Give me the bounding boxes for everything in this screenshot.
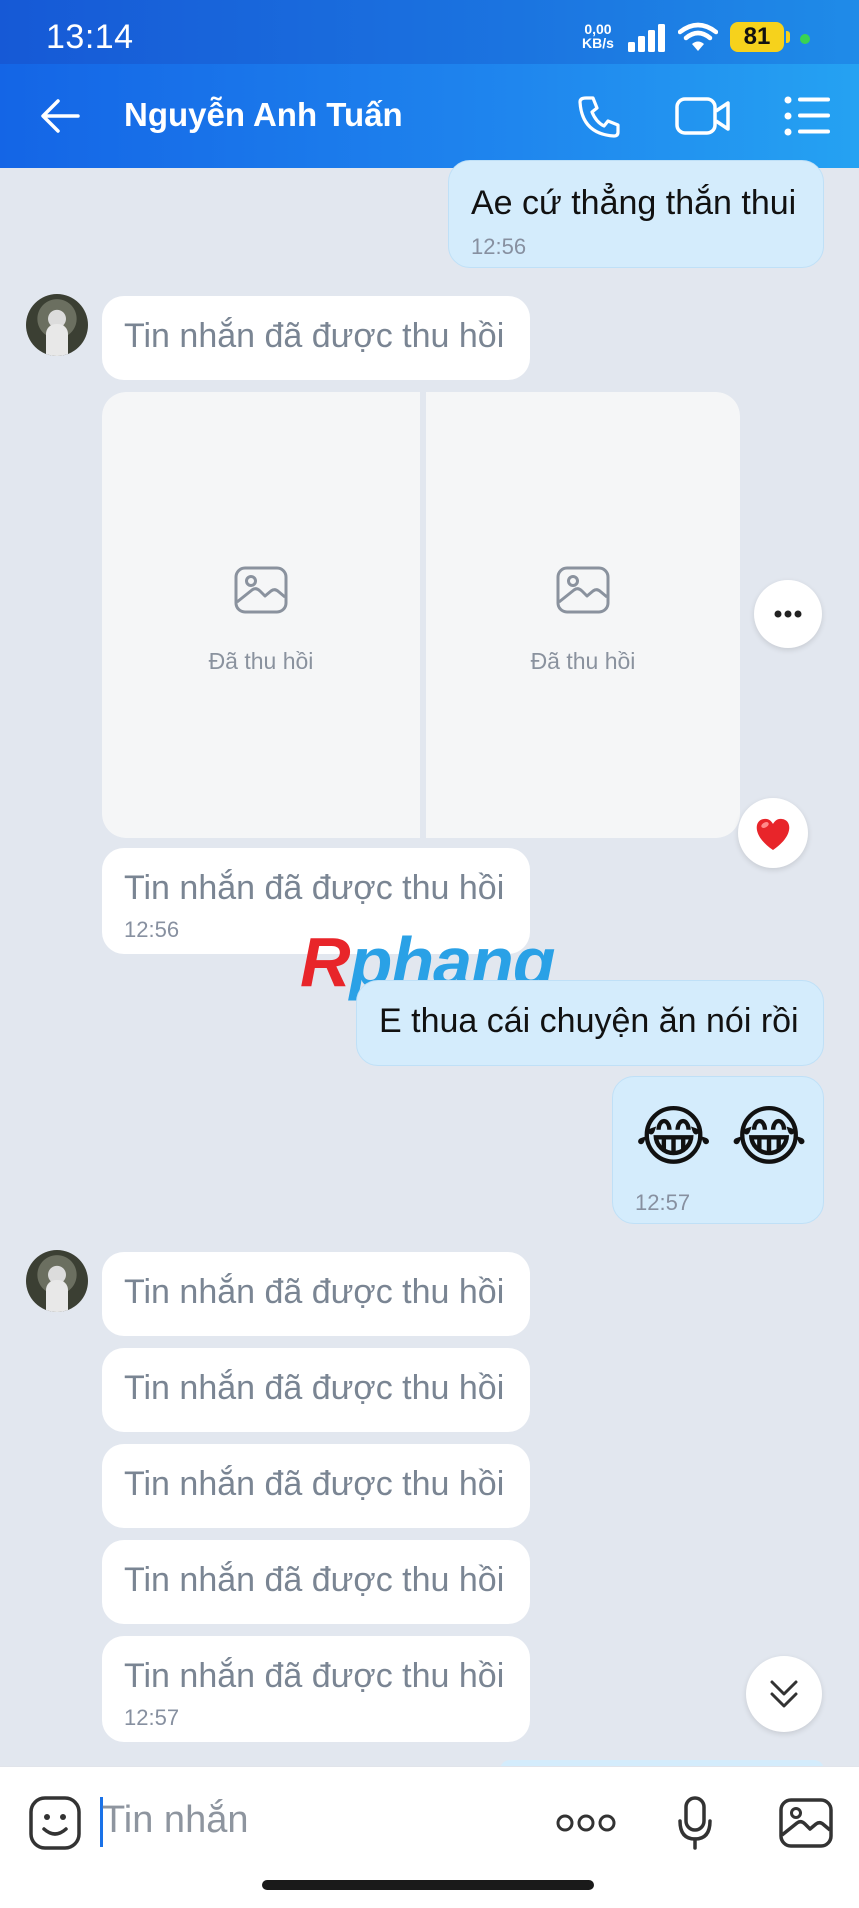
microphone-icon[interactable] [676,1795,714,1851]
message-text: Tin nhắn đã được thu hồi [124,1561,505,1599]
recalled-image-label: Đã thu hồi [530,648,636,674]
message-bubble-incoming[interactable]: Tin nhắn đã được thu hồi [102,1252,530,1336]
phone-icon[interactable] [574,92,622,140]
more-dots-icon [774,610,802,618]
message-bubble-outgoing[interactable]: 😂 😂 12:57 [612,1076,824,1224]
message-text: E thua cái chuyện ăn nói rồi [379,1002,799,1040]
recalled-image[interactable]: Đã thu hồi [102,392,420,838]
back-arrow-icon[interactable] [38,94,82,138]
status-time: 13:14 [46,18,134,56]
contact-name[interactable]: Nguyễn Anh Tuấn [124,96,403,134]
privacy-dot-icon [800,34,810,44]
message-bubble-incoming[interactable]: Tin nhắn đã được thu hồi 12:57 [102,1636,530,1742]
battery-tip [786,31,790,43]
emoji-message: 😂 😂 [635,1099,808,1173]
message-bubble-incoming[interactable]: Tin nhắn đã được thu hồi [102,296,530,380]
message-text: Tin nhắn đã được thu hồi [124,317,505,355]
reaction-button[interactable] [738,798,808,868]
message-bubble-incoming[interactable]: Tin nhắn đã được thu hồi [102,1348,530,1432]
recalled-image-group[interactable]: Đã thu hồi Đã thu hồi [102,392,740,838]
message-bubble-incoming[interactable]: Tin nhắn đã được thu hồi [102,1444,530,1528]
message-time: 12:56 [124,917,180,942]
battery-indicator: 81 [730,22,784,52]
image-placeholder-icon [556,566,610,614]
heart-icon [756,818,790,850]
chat-header: Nguyễn Anh Tuấn [0,64,859,168]
recalled-image[interactable]: Đã thu hồi [426,392,740,838]
message-text: Tin nhắn đã được thu hồi [124,1465,505,1503]
message-bubble-outgoing[interactable]: E thua cái chuyện ăn nói rồi [356,980,824,1066]
image-placeholder-icon [234,566,288,614]
signal-icon [628,24,665,52]
gallery-icon[interactable] [778,1797,834,1849]
video-call-icon[interactable] [674,94,732,138]
avatar[interactable] [26,1250,88,1312]
network-speed: 0,00 KB/s [582,22,614,50]
message-time: 12:57 [124,1705,180,1730]
recalled-image-label: Đã thu hồi [208,648,314,674]
message-text: Tin nhắn đã được thu hồi [124,1657,505,1695]
avatar[interactable] [26,294,88,356]
chevron-double-down-icon [770,1680,798,1708]
more-dots-icon[interactable] [556,1813,616,1833]
message-time: 12:57 [635,1190,691,1215]
message-text: Tin nhắn đã được thu hồi [124,1369,505,1407]
message-time: 12:56 [471,234,527,259]
wifi-icon [678,22,718,51]
network-speed-unit: KB/s [582,35,614,51]
scroll-to-bottom-button[interactable] [746,1656,822,1732]
message-text: Tin nhắn đã được thu hồi [124,869,505,907]
network-speed-value: 0,00 [584,21,612,37]
status-bar: 13:14 0,00 KB/s 81 [0,0,859,64]
message-text: Tin nhắn đã được thu hồi [124,1273,505,1311]
list-menu-icon[interactable] [784,94,832,138]
message-text: Ae cứ thẳng thắn thui [471,184,797,222]
message-bubble-outgoing[interactable]: Ae cứ thẳng thắn thui 12:56 [448,160,824,268]
home-indicator [262,1880,594,1890]
sticker-icon[interactable] [28,1795,82,1851]
message-input[interactable]: Tin nhắn [102,1799,248,1842]
message-bubble-incoming[interactable]: Tin nhắn đã được thu hồi [102,1540,530,1624]
more-options-button[interactable] [754,580,822,648]
